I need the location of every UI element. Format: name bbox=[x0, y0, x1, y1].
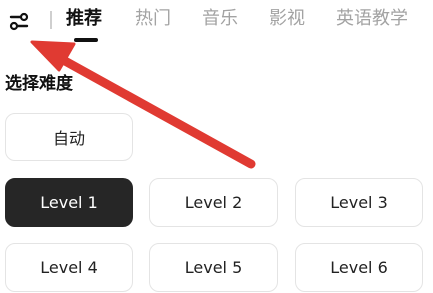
active-tab-indicator bbox=[74, 38, 98, 42]
tab-film[interactable]: 影视 bbox=[269, 6, 305, 32]
difficulty-option-auto[interactable]: 自动 bbox=[5, 113, 133, 161]
tab-music[interactable]: 音乐 bbox=[202, 6, 238, 32]
difficulty-option-level-3[interactable]: Level 3 bbox=[295, 178, 423, 227]
difficulty-option-level-2[interactable]: Level 2 bbox=[149, 178, 278, 227]
difficulty-option-level-1[interactable]: Level 1 bbox=[5, 178, 133, 227]
tab-divider bbox=[50, 11, 52, 29]
top-tab-bar: 推荐 热门 音乐 影视 英语教学 bbox=[0, 0, 433, 48]
filter-button[interactable] bbox=[6, 8, 32, 34]
tab-recommended[interactable]: 推荐 bbox=[66, 6, 102, 32]
page: 推荐 热门 音乐 影视 英语教学 选择难度 自动 Level 1 Level 2… bbox=[0, 0, 433, 293]
tab-popular[interactable]: 热门 bbox=[135, 6, 171, 32]
sliders-icon bbox=[9, 12, 29, 31]
difficulty-option-level-4[interactable]: Level 4 bbox=[5, 243, 133, 292]
tab-english-teaching[interactable]: 英语教学 bbox=[336, 6, 408, 32]
difficulty-option-level-5[interactable]: Level 5 bbox=[149, 243, 278, 292]
difficulty-option-level-6[interactable]: Level 6 bbox=[295, 243, 423, 292]
difficulty-title: 选择难度 bbox=[5, 74, 73, 94]
